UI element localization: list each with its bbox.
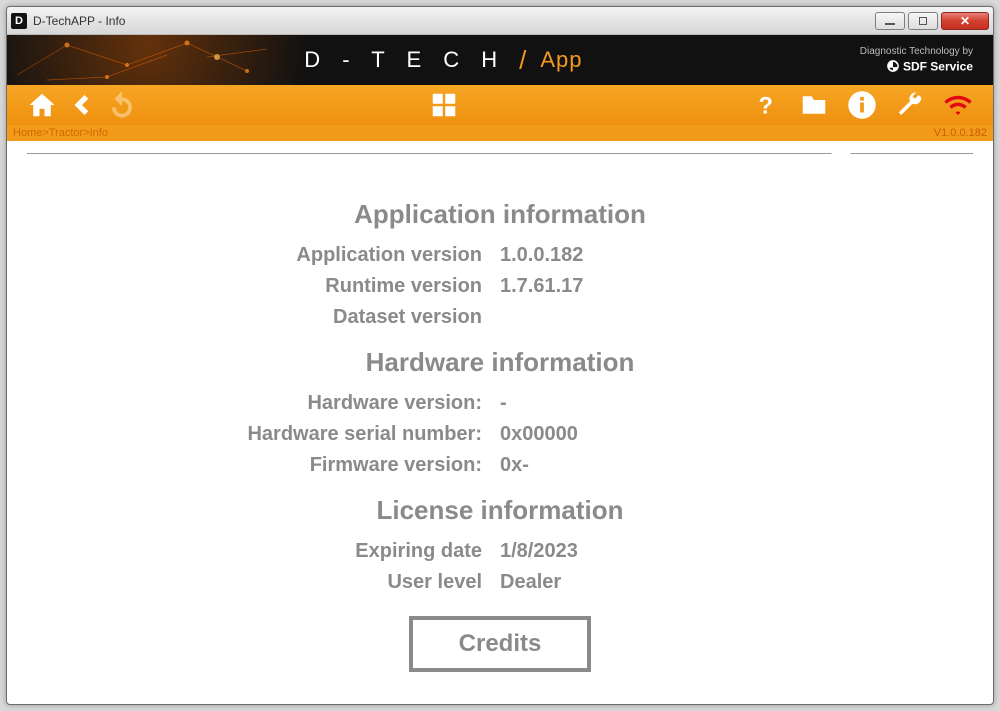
settings-button[interactable] bbox=[893, 88, 927, 122]
label: Expiring date bbox=[240, 540, 500, 563]
info-button[interactable] bbox=[845, 88, 879, 122]
label: Hardware serial number: bbox=[240, 423, 500, 446]
brand-slash: / bbox=[519, 45, 526, 76]
label: User level bbox=[240, 571, 500, 594]
wifi-icon bbox=[943, 90, 973, 120]
folder-button[interactable] bbox=[797, 88, 831, 122]
label: Runtime version bbox=[240, 275, 500, 298]
home-button[interactable] bbox=[25, 88, 59, 122]
app-window: D D-TechAPP - Info ✕ D - T E C H / App bbox=[6, 6, 994, 705]
credits-button[interactable]: Credits bbox=[409, 616, 592, 672]
window-title: D-TechAPP - Info bbox=[33, 14, 875, 28]
close-button[interactable]: ✕ bbox=[941, 12, 989, 30]
help-icon: ? bbox=[753, 92, 779, 118]
section-title-hardware: Hardware information bbox=[37, 347, 963, 378]
section-title-application: Application information bbox=[37, 199, 963, 230]
label: Firmware version: bbox=[240, 454, 500, 477]
row-firmware-version: Firmware version: 0x- bbox=[37, 454, 963, 477]
row-hardware-serial: Hardware serial number: 0x00000 bbox=[37, 423, 963, 446]
row-hardware-version: Hardware version: - bbox=[37, 392, 963, 415]
refresh-button[interactable] bbox=[105, 88, 139, 122]
row-expiring-date: Expiring date 1/8/2023 bbox=[37, 540, 963, 563]
brand-right: Diagnostic Technology by SDF Service bbox=[860, 45, 973, 76]
main-toolbar: ? bbox=[7, 85, 993, 125]
info-icon bbox=[847, 90, 877, 120]
value: 1.0.0.182 bbox=[500, 244, 760, 267]
label: Hardware version: bbox=[240, 392, 500, 415]
row-runtime-version: Runtime version 1.7.61.17 bbox=[37, 275, 963, 298]
wrench-icon bbox=[895, 90, 925, 120]
apps-grid-icon bbox=[429, 90, 459, 120]
value bbox=[500, 306, 760, 329]
value: - bbox=[500, 392, 760, 415]
value: Dealer bbox=[500, 571, 760, 594]
home-icon bbox=[27, 90, 57, 120]
info-content: Application information Application vers… bbox=[7, 171, 993, 704]
breadcrumb[interactable]: Home>Tractor>Info bbox=[13, 127, 108, 139]
app-icon: D bbox=[11, 13, 27, 29]
row-user-level: User level Dealer bbox=[37, 571, 963, 594]
caret-up-icon bbox=[829, 144, 853, 156]
minimize-button[interactable] bbox=[875, 12, 905, 30]
value: 1/8/2023 bbox=[500, 540, 760, 563]
app-version-label: V1.0.0.182 bbox=[934, 127, 987, 139]
network-decor bbox=[7, 35, 307, 85]
brand-header: D - T E C H / App Diagnostic Technology … bbox=[7, 35, 993, 85]
row-application-version: Application version 1.0.0.182 bbox=[37, 244, 963, 267]
label: Application version bbox=[240, 244, 500, 267]
apps-grid-button[interactable] bbox=[427, 88, 461, 122]
window-controls: ✕ bbox=[875, 12, 989, 30]
row-dataset-version: Dataset version bbox=[37, 306, 963, 329]
maximize-button[interactable] bbox=[908, 12, 938, 30]
svg-text:?: ? bbox=[758, 93, 773, 118]
wifi-status[interactable] bbox=[941, 88, 975, 122]
section-title-license: License information bbox=[37, 495, 963, 526]
brand-service: SDF Service bbox=[860, 59, 973, 76]
brand-tagline: Diagnostic Technology by bbox=[860, 45, 973, 59]
section-divider bbox=[27, 153, 973, 171]
refresh-icon bbox=[107, 90, 137, 120]
back-button[interactable] bbox=[65, 88, 99, 122]
window-titlebar: D D-TechAPP - Info ✕ bbox=[7, 7, 993, 35]
value: 0x00000 bbox=[500, 423, 760, 446]
breadcrumb-bar: Home>Tractor>Info V1.0.0.182 bbox=[7, 125, 993, 141]
folder-icon bbox=[799, 90, 829, 120]
help-button[interactable]: ? bbox=[749, 88, 783, 122]
service-swirl-icon bbox=[886, 59, 900, 73]
brand-app-word: App bbox=[540, 47, 582, 73]
value: 1.7.61.17 bbox=[500, 275, 760, 298]
value: 0x- bbox=[500, 454, 760, 477]
brand-logo-text: D - T E C H bbox=[304, 47, 505, 73]
label: Dataset version bbox=[240, 306, 500, 329]
arrow-left-icon bbox=[67, 90, 97, 120]
